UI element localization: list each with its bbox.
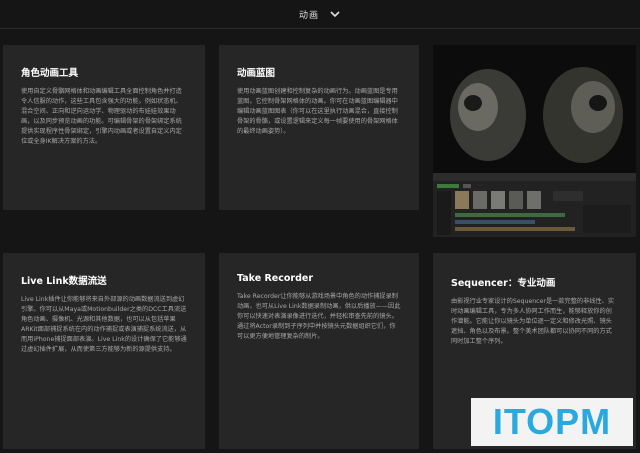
feature-card-live-link: Live Link数据流送 Live Link插件让你能够将来自外部源的动画数据… [3, 253, 205, 449]
card-body: 使用自定义骨骼网格体和动画编辑工具全面控制角色并打造令人信服的动作，这些工具包含… [21, 88, 182, 145]
section-header[interactable]: 动画 [0, 0, 640, 29]
chevron-down-icon[interactable] [329, 8, 341, 20]
feature-card-take-recorder: Take Recorder Take Recorder让你能够从游戏场景中角色的… [219, 253, 419, 449]
card-title: Sequencer：专业动画 [451, 278, 556, 289]
card-title: 角色动画工具 [21, 68, 79, 79]
card-title: Live Link数据流送 [21, 276, 107, 287]
logo-text: ITOPM [492, 401, 612, 442]
card-title: 动画蓝图 [237, 68, 276, 79]
card-body: 使用动画蓝图创建和控制复杂的动画行为。动画蓝图是专用蓝图，它控制骨架网格体的动画… [237, 88, 398, 135]
section-title: 动画 [298, 10, 319, 21]
feature-card-character-animation: 角色动画工具 使用自定义骨骼网格体和动画编辑工具全面控制角色并打造令人信服的动作… [3, 45, 205, 210]
watermark-logo: ITOPM [471, 398, 633, 446]
sequencer-screenshot [433, 45, 636, 237]
card-title: Take Recorder [237, 273, 314, 284]
feature-card-animation-blueprint: 动画蓝图 使用动画蓝图创建和控制复杂的动画行为。动画蓝图是专用蓝图，它控制骨架网… [219, 45, 419, 210]
card-body: Take Recorder让你能够从游戏场景中角色的动作捕捉录制动画，也可从Li… [237, 293, 401, 340]
card-body: Live Link插件让你能够将来自外部源的动画数据流送到虚幻引擎。你可以从Ma… [21, 296, 187, 353]
card-body: 由影视行业专家设计的Sequencer是一款完整的非线性、实时动画编辑工具，专为… [451, 298, 615, 345]
